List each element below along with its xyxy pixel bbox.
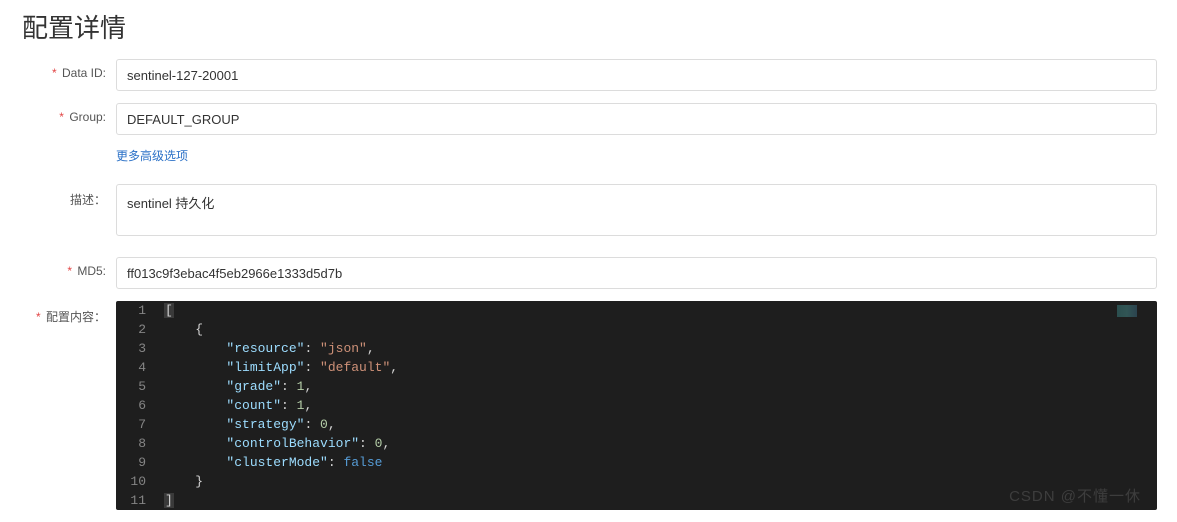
group-input[interactable]: [116, 103, 1157, 135]
code-content: }: [164, 472, 1157, 491]
line-number: 9: [116, 453, 164, 472]
code-content: "grade": 1,: [164, 377, 1157, 396]
md5-input[interactable]: [116, 257, 1157, 289]
data-id-input[interactable]: [116, 59, 1157, 91]
line-number: 6: [116, 396, 164, 415]
label-data-id: * Data ID:: [20, 59, 116, 80]
line-number: 3: [116, 339, 164, 358]
code-content: {: [164, 320, 1157, 339]
code-content: ]: [164, 491, 1157, 510]
label-desc: 描述：: [20, 184, 116, 208]
line-number: 10: [116, 472, 164, 491]
editor-line: 5 "grade": 1,: [116, 377, 1157, 396]
line-number: 2: [116, 320, 164, 339]
row-data-id: * Data ID:: [20, 59, 1157, 91]
line-number: 8: [116, 434, 164, 453]
editor-line: 8 "controlBehavior": 0,: [116, 434, 1157, 453]
line-number: 11: [116, 491, 164, 510]
advanced-options-link[interactable]: 更多高级选项: [116, 149, 188, 163]
label-content: * 配置内容：: [20, 301, 116, 325]
desc-input[interactable]: sentinel 持久化: [116, 184, 1157, 236]
row-content: * 配置内容： 1[2 {3 "resource": "json",4 "lim…: [20, 301, 1157, 510]
code-content: "controlBehavior": 0,: [164, 434, 1157, 453]
row-md5: * MD5:: [20, 257, 1157, 289]
line-number: 7: [116, 415, 164, 434]
label-group: * Group:: [20, 103, 116, 124]
code-content: "clusterMode": false: [164, 453, 1157, 472]
row-group: * Group:: [20, 103, 1157, 135]
code-content: "resource": "json",: [164, 339, 1157, 358]
editor-line: 10 }: [116, 472, 1157, 491]
code-content: "limitApp": "default",: [164, 358, 1157, 377]
editor-line: 6 "count": 1,: [116, 396, 1157, 415]
line-number: 4: [116, 358, 164, 377]
code-content: [: [164, 301, 1157, 320]
editor-line: 4 "limitApp": "default",: [116, 358, 1157, 377]
editor-line: 9 "clusterMode": false: [116, 453, 1157, 472]
minimap-icon: [1117, 305, 1137, 317]
editor-line: 7 "strategy": 0,: [116, 415, 1157, 434]
label-md5: * MD5:: [20, 257, 116, 278]
editor-line: 2 {: [116, 320, 1157, 339]
code-content: "count": 1,: [164, 396, 1157, 415]
editor-line: 11]: [116, 491, 1157, 510]
code-editor[interactable]: 1[2 {3 "resource": "json",4 "limitApp": …: [116, 301, 1157, 510]
editor-line: 1[: [116, 301, 1157, 320]
line-number: 1: [116, 301, 164, 320]
row-desc: 描述： sentinel 持久化: [20, 184, 1157, 239]
page-title: 配置详情: [20, 8, 1157, 45]
code-content: "strategy": 0,: [164, 415, 1157, 434]
line-number: 5: [116, 377, 164, 396]
editor-line: 3 "resource": "json",: [116, 339, 1157, 358]
